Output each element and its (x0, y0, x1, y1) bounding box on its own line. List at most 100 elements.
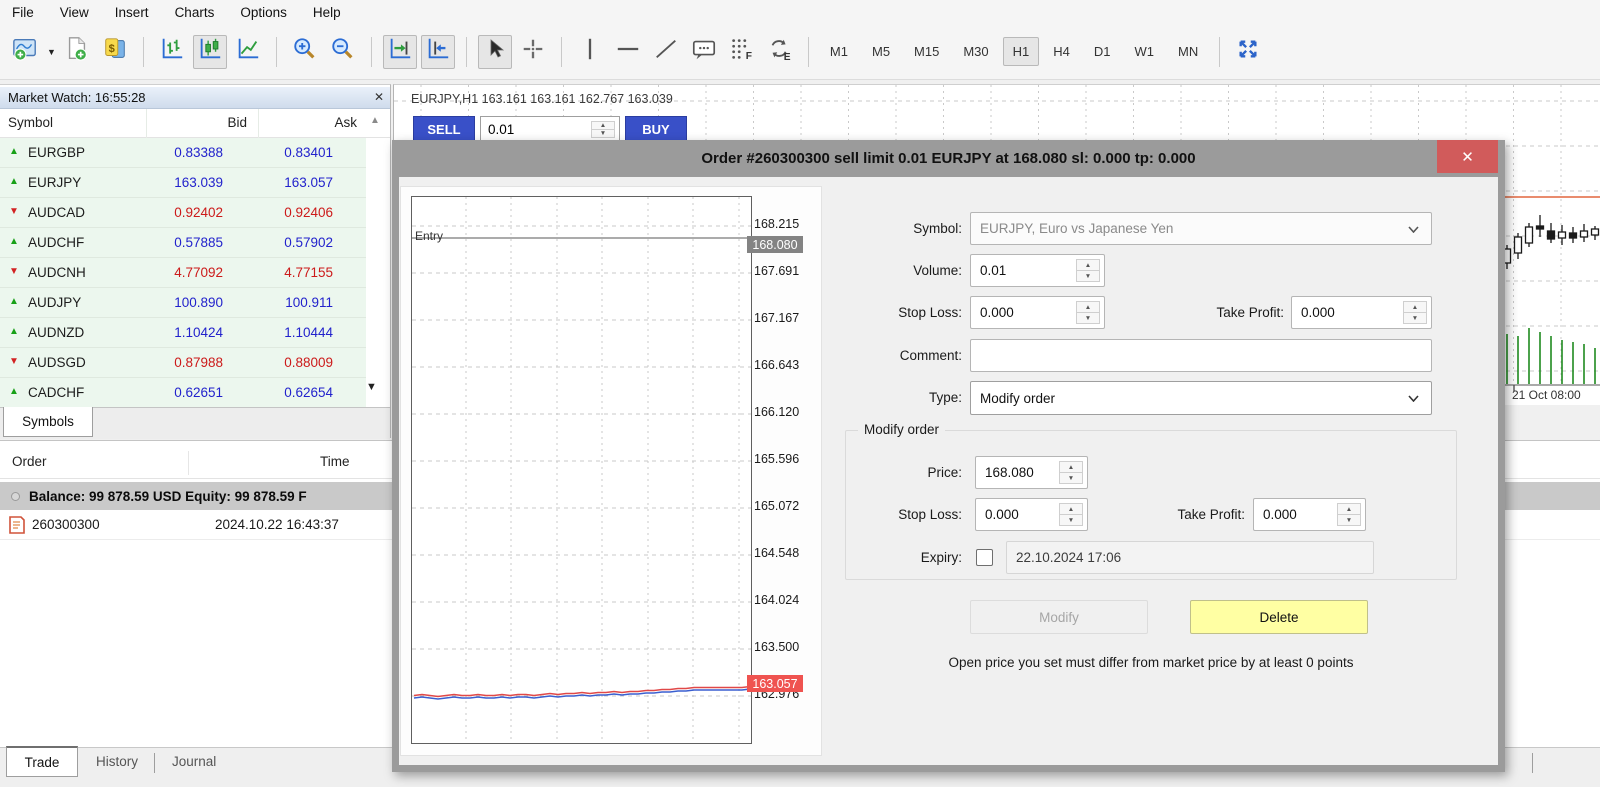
market-watch-row[interactable]: ▲EURGBP0.833880.83401 (0, 138, 366, 168)
symbol-name: EURGBP (28, 145, 85, 160)
auto-scroll-button[interactable] (383, 35, 417, 69)
modify-stop-loss-input[interactable]: 0.000 ▲▼ (975, 498, 1088, 531)
column-bid[interactable]: Bid (227, 115, 247, 130)
timeframe-mn[interactable]: MN (1168, 37, 1208, 66)
price-tick: 165.072 (754, 499, 814, 515)
price-input[interactable]: 168.080 ▲▼ (975, 456, 1088, 489)
timeframe-m5[interactable]: M5 (862, 37, 900, 66)
collapse-dot-icon[interactable] (11, 492, 20, 501)
crosshair-icon (520, 36, 546, 67)
scroll-down-icon[interactable]: ▼ (366, 381, 377, 393)
timeframe-m15[interactable]: M15 (904, 37, 949, 66)
bar-chart-button[interactable] (155, 35, 189, 69)
market-watch-row[interactable]: ▼AUDCNH4.770924.77155 (0, 258, 366, 288)
tab-history[interactable]: History (96, 754, 138, 769)
menu-charts[interactable]: Charts (175, 5, 215, 20)
market-watch-row[interactable]: ▲AUDNZD1.104241.10444 (0, 318, 366, 348)
fullscreen-button[interactable] (1231, 35, 1265, 69)
zoom-in-button[interactable] (288, 35, 322, 69)
menu-insert[interactable]: Insert (115, 5, 149, 20)
current-price-badge: 163.057 (747, 675, 803, 692)
tab-symbols[interactable]: Symbols (3, 407, 93, 437)
new-chart-button[interactable] (8, 35, 42, 69)
trend-up-icon: ▲ (9, 326, 19, 337)
toolbar-separator (466, 37, 467, 67)
horizontal-line-button[interactable] (611, 35, 645, 69)
indicator-list-button[interactable]: F (725, 35, 759, 69)
price-tick: 165.596 (754, 452, 814, 468)
take-profit-label: Take Profit: (1144, 296, 1284, 329)
close-icon[interactable]: ✕ (374, 90, 384, 104)
menu-options[interactable]: Options (240, 5, 287, 20)
symbol-select[interactable]: EURJPY, Euro vs Japanese Yen (970, 212, 1432, 245)
toolbar-separator (371, 37, 372, 67)
timeframe-h4[interactable]: H4 (1043, 37, 1080, 66)
timeframe-h1[interactable]: H1 (1003, 37, 1040, 66)
zoom-out-button[interactable] (326, 35, 360, 69)
expert-advisors-button[interactable]: E (763, 35, 797, 69)
comment-input[interactable] (970, 339, 1432, 372)
column-ask[interactable]: Ask (334, 115, 357, 130)
price-tick: 166.643 (754, 358, 814, 374)
market-watch-row[interactable]: ▲AUDJPY100.890100.911 (0, 288, 366, 318)
line-chart-button[interactable] (231, 35, 265, 69)
toolbar-separator (143, 37, 144, 67)
market-watch-row[interactable]: ▲AUDCHF0.578850.57902 (0, 228, 366, 258)
one-click-volume-input[interactable]: 0.01 ▲▼ (480, 116, 620, 143)
chart-shift-button[interactable] (421, 35, 455, 69)
column-symbol[interactable]: Symbol (8, 115, 53, 130)
candlestick-chart-button[interactable] (193, 35, 227, 69)
tab-journal[interactable]: Journal (172, 754, 216, 769)
modify-take-profit-spinner[interactable]: ▲▼ (1337, 503, 1361, 526)
price-spinner[interactable]: ▲▼ (1059, 461, 1083, 484)
volume-spinner[interactable]: ▲▼ (591, 121, 615, 138)
dialog-close-button[interactable]: ✕ (1437, 140, 1498, 173)
modify-stop-loss-spinner[interactable]: ▲▼ (1059, 503, 1083, 526)
buy-button[interactable]: BUY (625, 116, 687, 143)
vertical-line-button[interactable] (573, 35, 607, 69)
market-watch-header: Symbol Bid Ask (0, 109, 390, 138)
profiles-button[interactable]: $ (98, 35, 132, 69)
text-label-button[interactable] (687, 35, 721, 69)
menu-help[interactable]: Help (313, 5, 341, 20)
timeframe-m1[interactable]: M1 (820, 37, 858, 66)
market-watch-row[interactable]: ▲EURJPY163.039163.057 (0, 168, 366, 198)
tab-trade[interactable]: Trade (6, 746, 78, 777)
expiry-checkbox[interactable] (976, 549, 993, 566)
take-profit-input[interactable]: 0.000 ▲▼ (1291, 296, 1432, 329)
column-time[interactable]: Time (320, 454, 350, 469)
market-watch-panel: Market Watch: 16:55:28 ✕ Symbol Bid Ask … (0, 84, 391, 438)
bid-price: 163.039 (174, 175, 223, 190)
market-watch-row[interactable]: ▼AUDCAD0.924020.92406 (0, 198, 366, 228)
toolbar-separator (276, 37, 277, 67)
stop-loss-input[interactable]: 0.000 ▲▼ (970, 296, 1105, 329)
menu-bar: File View Insert Charts Options Help (0, 0, 1600, 24)
menu-file[interactable]: File (12, 5, 34, 20)
timeframe-w1[interactable]: W1 (1125, 37, 1165, 66)
scroll-up-icon[interactable]: ▲ (370, 115, 380, 126)
modify-button[interactable]: Modify (970, 600, 1148, 634)
volume-input[interactable]: 0.01 ▲▼ (970, 254, 1105, 287)
stop-loss-spinner[interactable]: ▲▼ (1076, 301, 1100, 324)
crosshair-button[interactable] (516, 35, 550, 69)
menu-view[interactable]: View (60, 5, 89, 20)
expiry-datetime-field[interactable]: 22.10.2024 17:06 (1006, 541, 1374, 574)
new-chart-dropdown-icon[interactable]: ▼ (47, 47, 56, 57)
trendline-button[interactable] (649, 35, 683, 69)
timeframe-d1[interactable]: D1 (1084, 37, 1121, 66)
cursor-button[interactable] (478, 35, 512, 69)
modify-take-profit-input[interactable]: 0.000 ▲▼ (1253, 498, 1366, 531)
delete-button[interactable]: Delete (1190, 600, 1368, 634)
market-watch-row[interactable]: ▼AUDSGD0.879880.88009 (0, 348, 366, 378)
volume-label: Volume: (812, 254, 962, 287)
volume-spinner[interactable]: ▲▼ (1076, 259, 1100, 282)
sell-button[interactable]: SELL (413, 116, 475, 143)
type-select[interactable]: Modify order (970, 381, 1432, 415)
trend-up-icon: ▲ (9, 296, 19, 307)
take-profit-spinner[interactable]: ▲▼ (1403, 301, 1427, 324)
market-watch-row[interactable]: ▲CADCHF0.626510.62654 (0, 378, 366, 408)
column-order[interactable]: Order (12, 454, 47, 469)
new-order-button[interactable] (60, 35, 94, 69)
timeframe-m30[interactable]: M30 (953, 37, 998, 66)
dialog-title: Order #260300300 sell limit 0.01 EURJPY … (392, 140, 1505, 177)
